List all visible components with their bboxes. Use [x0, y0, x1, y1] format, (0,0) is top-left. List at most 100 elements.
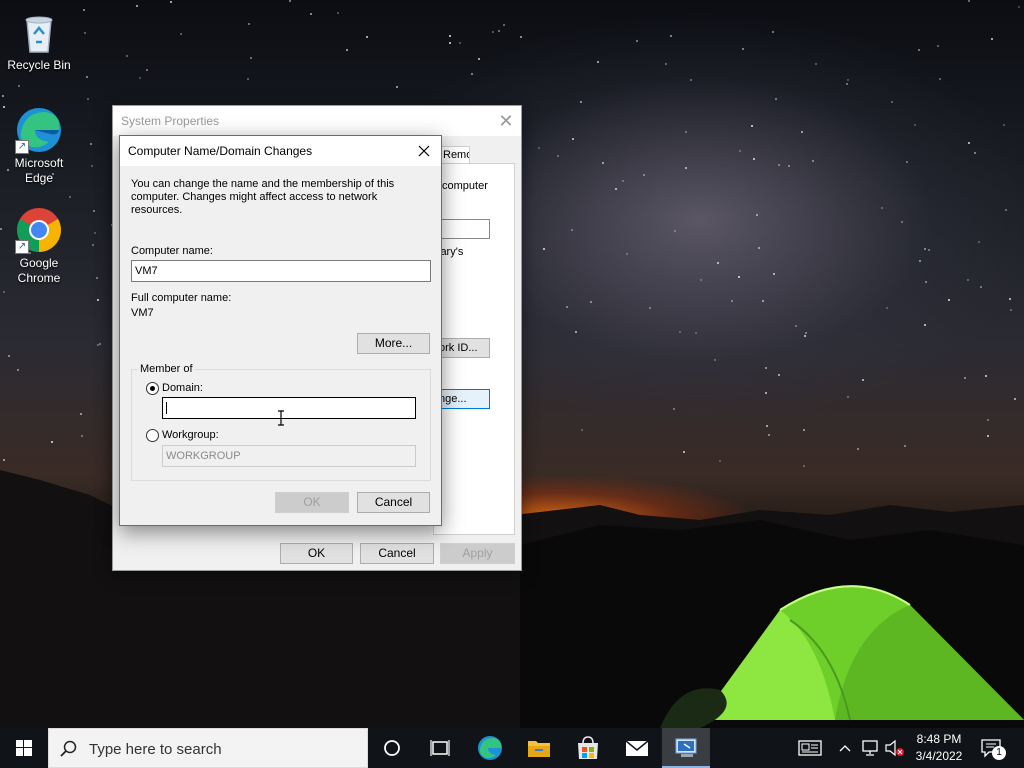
workgroup-radio[interactable]	[146, 429, 159, 442]
star	[250, 57, 252, 59]
recycle-bin-icon	[15, 8, 63, 56]
desktop-icon-recycle-bin[interactable]: Recycle Bin	[1, 8, 77, 73]
star	[575, 331, 577, 333]
star	[683, 451, 685, 453]
star	[812, 160, 814, 162]
apply-button[interactable]: Apply	[440, 543, 515, 564]
star	[51, 441, 53, 443]
chrome-icon: ↗	[15, 206, 63, 254]
star	[99, 343, 101, 345]
taskbar: Type here to search 8:48 PM 3/4/2022 1	[0, 728, 1024, 768]
star	[904, 445, 906, 447]
star	[136, 5, 138, 7]
desktop-icon-chrome[interactable]: ↗ Google Chrome	[1, 206, 77, 286]
star	[987, 419, 989, 421]
star	[503, 24, 505, 26]
change-button[interactable]: nge...	[434, 389, 490, 409]
start-button[interactable]	[0, 728, 48, 768]
cortana-button[interactable]	[368, 728, 416, 768]
star	[1005, 209, 1007, 211]
star	[18, 85, 20, 87]
domain-label: Domain:	[162, 382, 203, 394]
network-id-button[interactable]: ork ID...	[434, 338, 490, 358]
star	[247, 78, 249, 80]
star	[170, 1, 172, 3]
star	[580, 101, 582, 103]
volume-muted-icon[interactable]	[884, 739, 906, 757]
star	[857, 448, 859, 450]
desktop-icon-edge[interactable]: ↗ Microsoft Edge	[1, 106, 77, 186]
task-view-icon	[430, 740, 450, 756]
star	[626, 253, 628, 255]
star	[83, 9, 85, 11]
computer-name-input[interactable]: VM7	[131, 260, 431, 282]
star	[758, 247, 760, 249]
star	[751, 125, 753, 127]
member-of-label: Member of	[138, 363, 195, 375]
close-icon[interactable]	[411, 138, 437, 164]
taskbar-store[interactable]	[564, 728, 612, 768]
star	[571, 229, 573, 231]
ok-button[interactable]: OK	[275, 492, 349, 513]
star	[492, 31, 494, 33]
taskbar-mail[interactable]	[613, 728, 661, 768]
star	[738, 276, 740, 278]
star	[80, 413, 82, 415]
tab-remote[interactable]: Remote	[440, 146, 470, 164]
wallpaper-tent	[660, 585, 1024, 728]
star	[2, 95, 4, 97]
star	[538, 147, 540, 149]
computer-description-field[interactable]	[440, 219, 490, 239]
star	[520, 36, 522, 38]
more-button[interactable]: More...	[357, 333, 430, 354]
star	[753, 158, 755, 160]
dialog-title: Computer Name/Domain Changes	[128, 144, 313, 158]
dialog-titlebar[interactable]: Computer Name/Domain Changes	[120, 136, 441, 166]
cancel-button[interactable]: Cancel	[360, 543, 434, 564]
star	[846, 83, 848, 85]
network-icon[interactable]	[860, 739, 880, 757]
notification-center-button[interactable]: 1	[980, 738, 1010, 760]
star	[978, 241, 980, 243]
star	[478, 58, 480, 60]
star	[765, 392, 767, 394]
star	[778, 374, 780, 376]
star	[396, 86, 398, 88]
star	[1014, 398, 1016, 400]
star	[636, 40, 638, 42]
star	[139, 77, 141, 79]
workgroup-input[interactable]: WORKGROUP	[162, 445, 416, 467]
cortana-icon	[384, 740, 400, 756]
taskbar-system-properties[interactable]	[662, 728, 710, 768]
taskbar-file-explorer[interactable]	[515, 728, 563, 768]
star	[690, 79, 692, 81]
star	[674, 230, 676, 232]
star	[17, 369, 19, 371]
taskbar-edge[interactable]	[466, 728, 514, 768]
clock-date[interactable]: 3/4/2022	[910, 749, 968, 763]
star	[719, 460, 721, 462]
star	[717, 262, 719, 264]
text-cursor-icon	[278, 410, 284, 426]
star	[597, 61, 599, 63]
star	[69, 196, 71, 198]
system-properties-title: System Properties	[121, 114, 220, 128]
domain-input[interactable]	[162, 397, 416, 419]
clock-time[interactable]: 8:48 PM	[910, 732, 968, 746]
cancel-button[interactable]: Cancel	[357, 492, 430, 513]
star	[742, 48, 744, 50]
news-icon[interactable]	[798, 740, 824, 756]
desktop-icon-label: Recycle Bin	[7, 58, 71, 72]
edge-icon	[478, 736, 502, 760]
chevron-up-icon[interactable]	[838, 740, 852, 756]
ok-button[interactable]: OK	[280, 543, 353, 564]
task-view-button[interactable]	[416, 728, 464, 768]
star	[449, 42, 451, 44]
taskbar-search-box[interactable]: Type here to search	[48, 728, 368, 768]
star	[695, 332, 697, 334]
close-icon[interactable]: ✕	[491, 106, 521, 136]
domain-radio[interactable]	[146, 382, 159, 395]
star	[146, 69, 148, 71]
star	[766, 425, 768, 427]
system-properties-titlebar[interactable]: System Properties ✕	[113, 106, 521, 136]
